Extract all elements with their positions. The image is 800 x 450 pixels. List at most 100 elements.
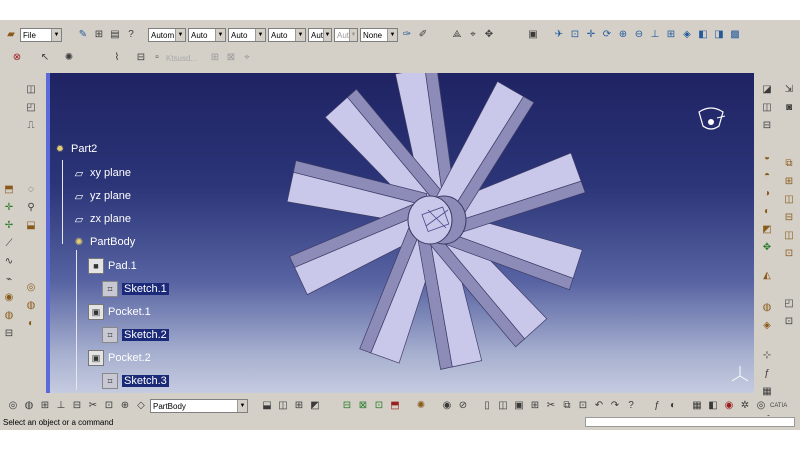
swap-visible-icon[interactable]: ▩ [728,28,742,42]
axis-icon[interactable]: ✛ [2,201,16,215]
fix-icon[interactable]: ⚲ [24,201,38,215]
fit-all-icon[interactable]: ⊡ [568,28,582,42]
zoom-out-icon[interactable]: ⊖ [632,28,646,42]
layer-filter-combo[interactable]: None ▼ [360,28,398,42]
tree-node-sketch3[interactable]: ⌗ Sketch.3 [102,373,169,389]
plane-right-icon[interactable]: ◫ [760,101,774,115]
measure-bottom-icon[interactable]: ⊥ [54,399,68,413]
thread-icon[interactable]: ⊟ [782,211,796,225]
new-icon[interactable]: ◎ [6,399,20,413]
pad-icon[interactable]: ⬒ [2,183,16,197]
annotation-icon[interactable]: ◰ [782,297,796,311]
folder-open-icon[interactable]: ▰ [4,28,18,42]
chevron-down-icon[interactable]: ▼ [295,29,305,41]
geometric-set-icon[interactable]: ◫ [276,399,290,413]
apply-material-icon[interactable]: ✺ [414,399,428,413]
tree-node-pocket2[interactable]: ▣ Pocket.2 [88,350,151,366]
analysis-icon[interactable]: ⊹ [760,349,774,363]
formula-icon[interactable]: ⊡ [782,315,796,329]
tree-node-pad1[interactable]: ■ Pad.1 [88,258,137,274]
layer-combo[interactable]: Auto ▼ [188,28,226,42]
new-doc-icon[interactable]: ▯ [480,399,494,413]
shading-icon[interactable]: ◧ [696,28,710,42]
link-icon[interactable]: ◇ [134,399,148,413]
catalog-icon[interactable]: ◙ [782,101,796,115]
save-doc-icon[interactable]: ▣ [512,399,526,413]
body-combo[interactable]: PartBody ▼ [150,399,248,413]
file-combo[interactable]: File ▼ [20,28,62,42]
tree-node-partbody[interactable]: ✺ PartBody [72,235,135,249]
constraint-tool-icon[interactable]: ◌ [24,183,38,197]
formula-bottom-icon[interactable]: ƒ [650,399,664,413]
boolean-remove-icon[interactable]: ⊠ [356,399,370,413]
point-icon[interactable]: ✢ [2,219,16,233]
shaft-icon[interactable]: ◍ [24,299,38,313]
copy-icon[interactable]: ⧉ [560,399,574,413]
pan-icon[interactable]: ✛ [584,28,598,42]
table-icon[interactable]: ▦ [690,399,704,413]
ordered-set-icon[interactable]: ⊞ [292,399,306,413]
swap-icon[interactable]: ◩ [308,399,322,413]
chevron-down-icon[interactable]: ▼ [255,29,265,41]
select-icon[interactable]: ↖ [38,51,52,65]
stop-update-icon[interactable]: ⊘ [456,399,470,413]
positioned-sketch-icon[interactable]: ◰ [24,101,38,115]
tree-node-sketch1[interactable]: ⌗ Sketch.1 [102,281,169,297]
slot-icon[interactable]: ◐ [24,317,38,331]
cut-icon[interactable]: ✂ [86,399,100,413]
grid-icon[interactable]: ▦ [760,385,774,399]
save-icon[interactable]: ⊞ [38,399,52,413]
edge-fillet-icon[interactable]: ◒ [760,151,774,165]
chevron-down-icon[interactable]: ▼ [323,29,331,41]
draft-icon[interactable]: ◑ [760,187,774,201]
shell-icon[interactable]: ◐ [760,205,774,219]
redo-icon[interactable]: ↷ [608,399,622,413]
hide-show-icon[interactable]: ◨ [712,28,726,42]
pattern-icon[interactable]: ⊞ [782,175,796,189]
split-icon[interactable]: ◭ [760,269,774,283]
cut-doc-icon[interactable]: ✂ [544,399,558,413]
tree-node-pocket1[interactable]: ▣ Pocket.1 [88,304,151,320]
tree-node-zx-plane[interactable]: ▱ zx plane [72,212,131,226]
groove-icon[interactable]: ◎ [24,281,38,295]
line-icon[interactable]: ⟋ [2,237,16,251]
cube-icon[interactable]: ▣ [526,28,540,42]
undo-icon[interactable]: ↶ [592,399,606,413]
mirror-icon[interactable]: ⧉ [782,157,796,171]
view-mode-icon[interactable]: ◧ [706,399,720,413]
measure-icon[interactable]: ⟁ [450,28,464,42]
spline-icon[interactable]: ∿ [2,255,16,269]
stop-icon[interactable]: ⊗ [10,51,24,65]
measure-item-icon[interactable]: ⊟ [2,327,16,341]
view-tool-icon[interactable]: ⇲ [782,83,796,97]
thickness-combo[interactable]: Auto ▼ [228,28,266,42]
parameter-icon[interactable]: ƒ [760,367,774,381]
paste-doc-icon[interactable]: ⊡ [576,399,590,413]
whats-this-icon[interactable]: ? [624,399,638,413]
tool-icon[interactable]: ⊕ [118,399,132,413]
sketch-icon[interactable]: ◫ [24,83,38,97]
camera-icon[interactable]: ◎ [754,399,768,413]
rib-icon[interactable]: ◍ [2,309,16,323]
linetype-combo[interactable]: Auto ▼ [268,28,306,42]
paintbrush-icon[interactable]: ✑ [400,28,414,42]
multi-view-icon[interactable]: ⊞ [664,28,678,42]
scale-icon[interactable]: ◫ [782,193,796,207]
update-icon[interactable]: ◉ [440,399,454,413]
command-input[interactable] [585,417,795,427]
chevron-down-icon[interactable]: ▼ [387,29,397,41]
chevron-down-icon[interactable]: ▼ [51,29,61,41]
constraint-icon[interactable]: ⊟ [134,51,148,65]
sketcher-icon[interactable]: ⌇ [110,51,124,65]
render-icon[interactable]: ◉ [722,399,736,413]
sew-icon[interactable]: ◫ [782,229,796,243]
print-icon[interactable]: ▤ [108,28,122,42]
scan-icon[interactable]: ⊟ [70,399,84,413]
format-painter-icon[interactable]: ✐ [416,28,430,42]
lights-icon[interactable]: ✲ [738,399,752,413]
compass-icon[interactable]: ✥ [482,28,496,42]
hole-icon[interactable]: ◉ [2,291,16,305]
zoom-in-icon[interactable]: ⊕ [616,28,630,42]
paste-icon[interactable]: ⊡ [102,399,116,413]
chevron-down-icon[interactable]: ▼ [215,29,225,41]
